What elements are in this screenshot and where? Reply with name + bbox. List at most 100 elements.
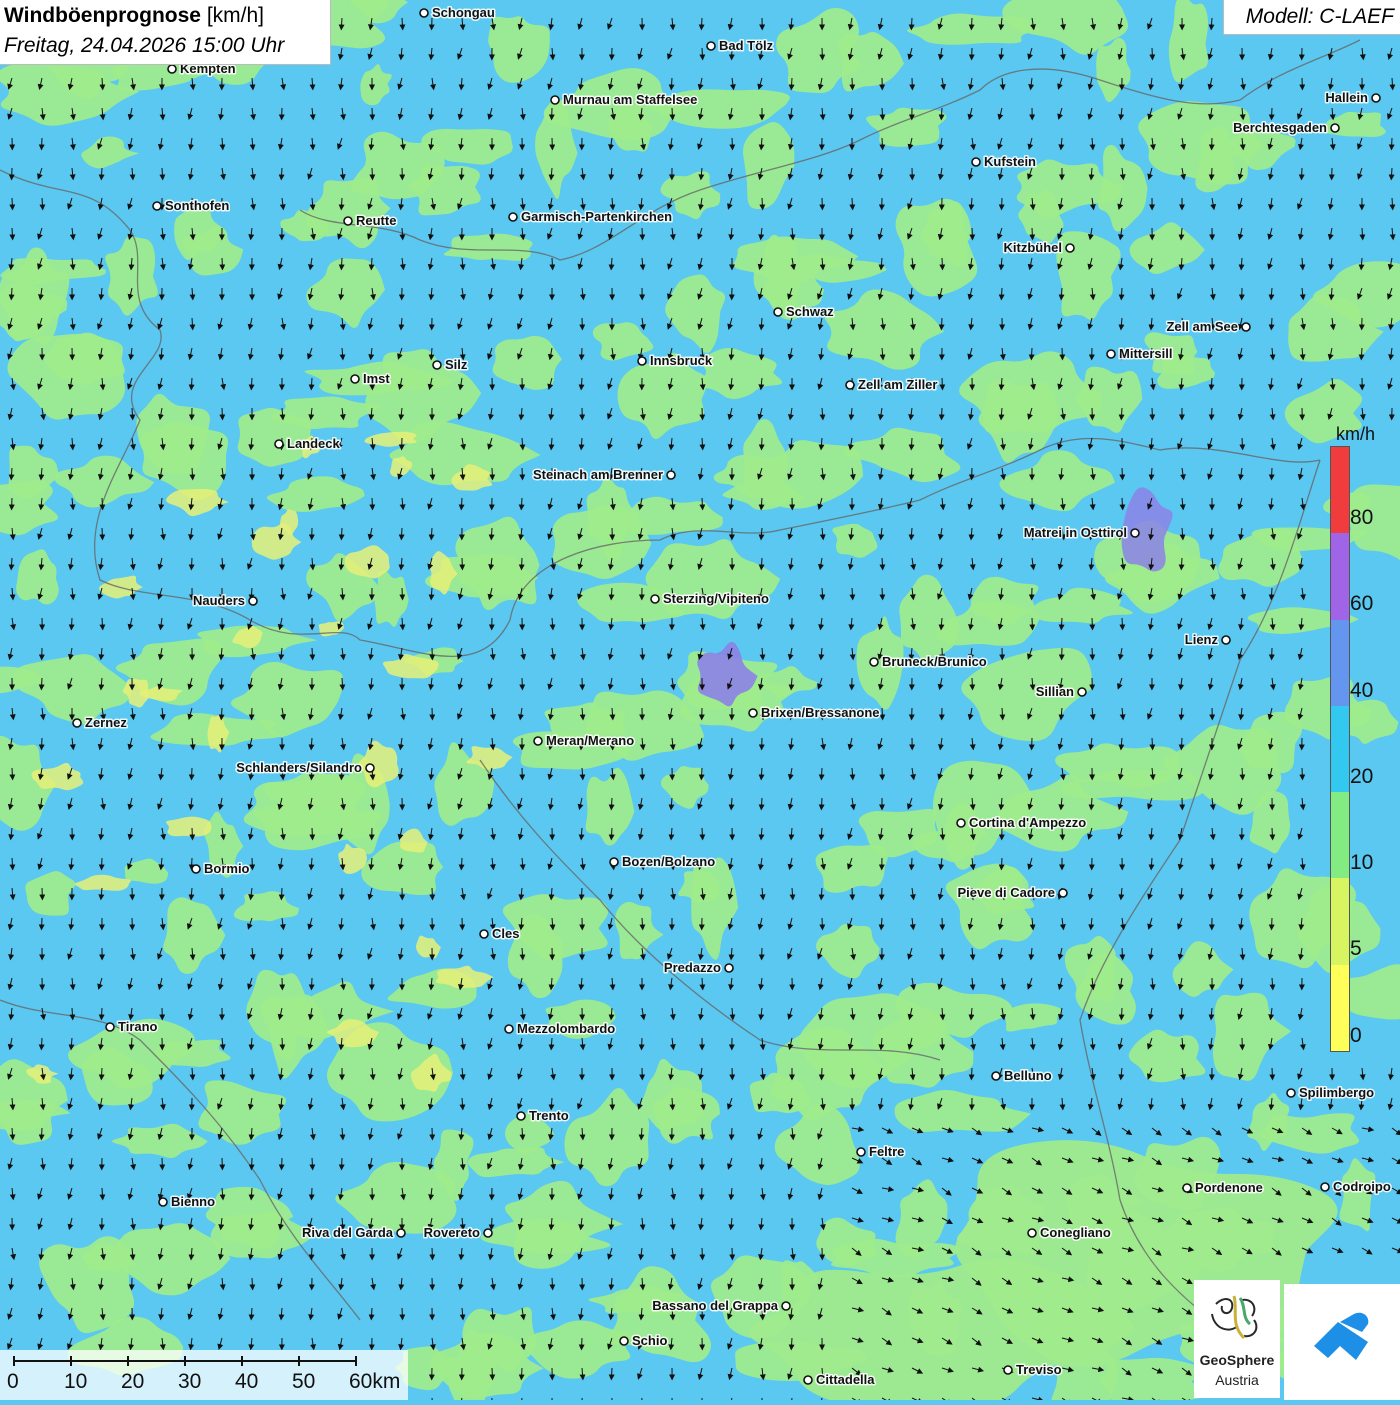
wind-arrow (221, 708, 222, 719)
wind-arrow (312, 1158, 313, 1169)
wind-arrow (191, 378, 192, 389)
city-marker[interactable]: Bozen/Bolzano (610, 854, 715, 869)
city-marker[interactable]: Schlanders/Silandro (236, 760, 374, 775)
city-marker[interactable]: Mezzolombardo (505, 1021, 615, 1036)
wind-arrow (342, 1158, 343, 1169)
city-dot (638, 357, 646, 365)
wind-arrow (1061, 618, 1062, 629)
city-marker[interactable]: Cortina d'Ampezzo (957, 815, 1086, 830)
wind-arrow (1272, 828, 1273, 839)
wind-arrow (971, 18, 972, 29)
city-marker[interactable]: Meran/Merano (534, 733, 634, 748)
wind-arrow (731, 1128, 732, 1139)
city-dot (159, 1198, 167, 1206)
app-logo[interactable] (1284, 1284, 1400, 1400)
city-label: Rovereto (424, 1225, 480, 1240)
wind-arrow (821, 768, 822, 779)
city-marker[interactable]: Brixen/Bressanone (749, 705, 880, 720)
city-dot (397, 1229, 405, 1237)
city-dot (667, 471, 675, 479)
wind-arrow (701, 18, 702, 29)
wind-arrow (222, 408, 223, 419)
wind-arrow (432, 888, 433, 899)
scale-tick (241, 1356, 243, 1366)
wind-arrow (102, 1188, 103, 1199)
scale-label: 30 (178, 1370, 201, 1394)
city-label: Kitzbühel (1004, 240, 1063, 255)
city-marker[interactable]: Berchtesgaden (1233, 120, 1339, 135)
city-marker[interactable]: Murnau am Staffelsee (551, 92, 697, 107)
city-marker[interactable]: Pieve di Cadore (957, 885, 1067, 900)
scale-label: 40 (235, 1370, 258, 1394)
map-title-unit: [km/h] (207, 4, 264, 27)
city-dot (505, 1025, 513, 1033)
wind-arrow (72, 1008, 73, 1019)
city-marker[interactable]: Schongau (420, 5, 495, 20)
wind-arrow (882, 708, 883, 719)
wind-arrow (102, 528, 103, 539)
city-dot (1372, 94, 1380, 102)
city-label: Conegliano (1040, 1225, 1111, 1240)
wind-arrow (852, 888, 853, 899)
city-dot (1078, 688, 1086, 696)
city-dot (275, 440, 283, 448)
city-marker[interactable]: Sterzing/Vipiteno (651, 591, 769, 606)
city-marker[interactable]: Conegliano (1028, 1225, 1111, 1240)
wind-arrow (311, 1248, 312, 1259)
city-marker[interactable]: Zell am Ziller (846, 377, 937, 392)
wind-arrow (102, 618, 103, 629)
legend-segment (1331, 620, 1349, 706)
wind-arrow (101, 1068, 102, 1079)
city-marker[interactable]: Bruneck/Brunico (870, 654, 987, 669)
city-marker[interactable]: Bassano del Grappa (652, 1298, 790, 1313)
city-marker[interactable]: Innsbruck (638, 353, 713, 368)
wind-arrow (341, 18, 342, 29)
city-marker[interactable]: Spilimbergo (1287, 1085, 1374, 1100)
wind-arrow (521, 498, 522, 509)
city-label: Spilimbergo (1299, 1085, 1374, 1100)
city-marker[interactable]: Garmisch-Partenkirchen (509, 209, 672, 224)
city-marker[interactable]: Matrei in Osttirol (1024, 525, 1139, 540)
city-label: Bormio (204, 861, 250, 876)
city-label: Imst (363, 371, 390, 386)
city-label: Bruneck/Brunico (882, 654, 987, 669)
wind-arrow (911, 438, 912, 449)
wind-arrow (371, 258, 372, 269)
city-marker[interactable]: Riva del Garda (302, 1225, 405, 1240)
city-label: Bozen/Bolzano (622, 854, 715, 869)
city-label: Berchtesgaden (1233, 120, 1327, 135)
geosphere-country: Austria (1194, 1372, 1280, 1388)
wind-arrow (312, 978, 313, 989)
city-dot (972, 158, 980, 166)
city-marker[interactable]: Steinach am Brenner (533, 467, 675, 482)
wind-arrow (972, 678, 973, 689)
city-dot (366, 764, 374, 772)
city-dot (168, 65, 176, 73)
city-label: Silz (445, 357, 468, 372)
wind-arrow (41, 1038, 42, 1049)
wind-arrow (791, 1338, 792, 1349)
city-marker[interactable]: Pordenone (1183, 1180, 1263, 1195)
wind-arrow (822, 918, 823, 929)
wind-arrow (12, 228, 13, 239)
city-label: Murnau am Staffelsee (563, 92, 697, 107)
wind-arrow (402, 588, 403, 599)
wind-arrow (1391, 168, 1392, 179)
title-box: Windböenprognose [km/h] Freitag, 24.04.2… (0, 0, 331, 65)
city-marker[interactable]: Sonthofen (153, 198, 229, 213)
wind-arrow (761, 348, 762, 359)
wind-arrow (341, 258, 342, 269)
wind-arrow (852, 588, 853, 599)
wind-gust-map[interactable]: SchongauBad TölzKemptenMurnau am Staffel… (0, 0, 1400, 1400)
wind-arrow (1032, 228, 1033, 239)
geosphere-logo[interactable]: GeoSphere Austria (1194, 1280, 1280, 1398)
wind-arrow (642, 768, 643, 779)
city-label: Cittadella (816, 1372, 875, 1387)
wind-arrow (191, 438, 192, 449)
wind-arrow (402, 228, 403, 239)
city-dot (1183, 1184, 1191, 1192)
city-marker[interactable]: Zell am See (1166, 319, 1250, 334)
wind-arrow (702, 978, 703, 989)
wind-arrow (582, 348, 583, 359)
city-label: Pordenone (1195, 1180, 1263, 1195)
